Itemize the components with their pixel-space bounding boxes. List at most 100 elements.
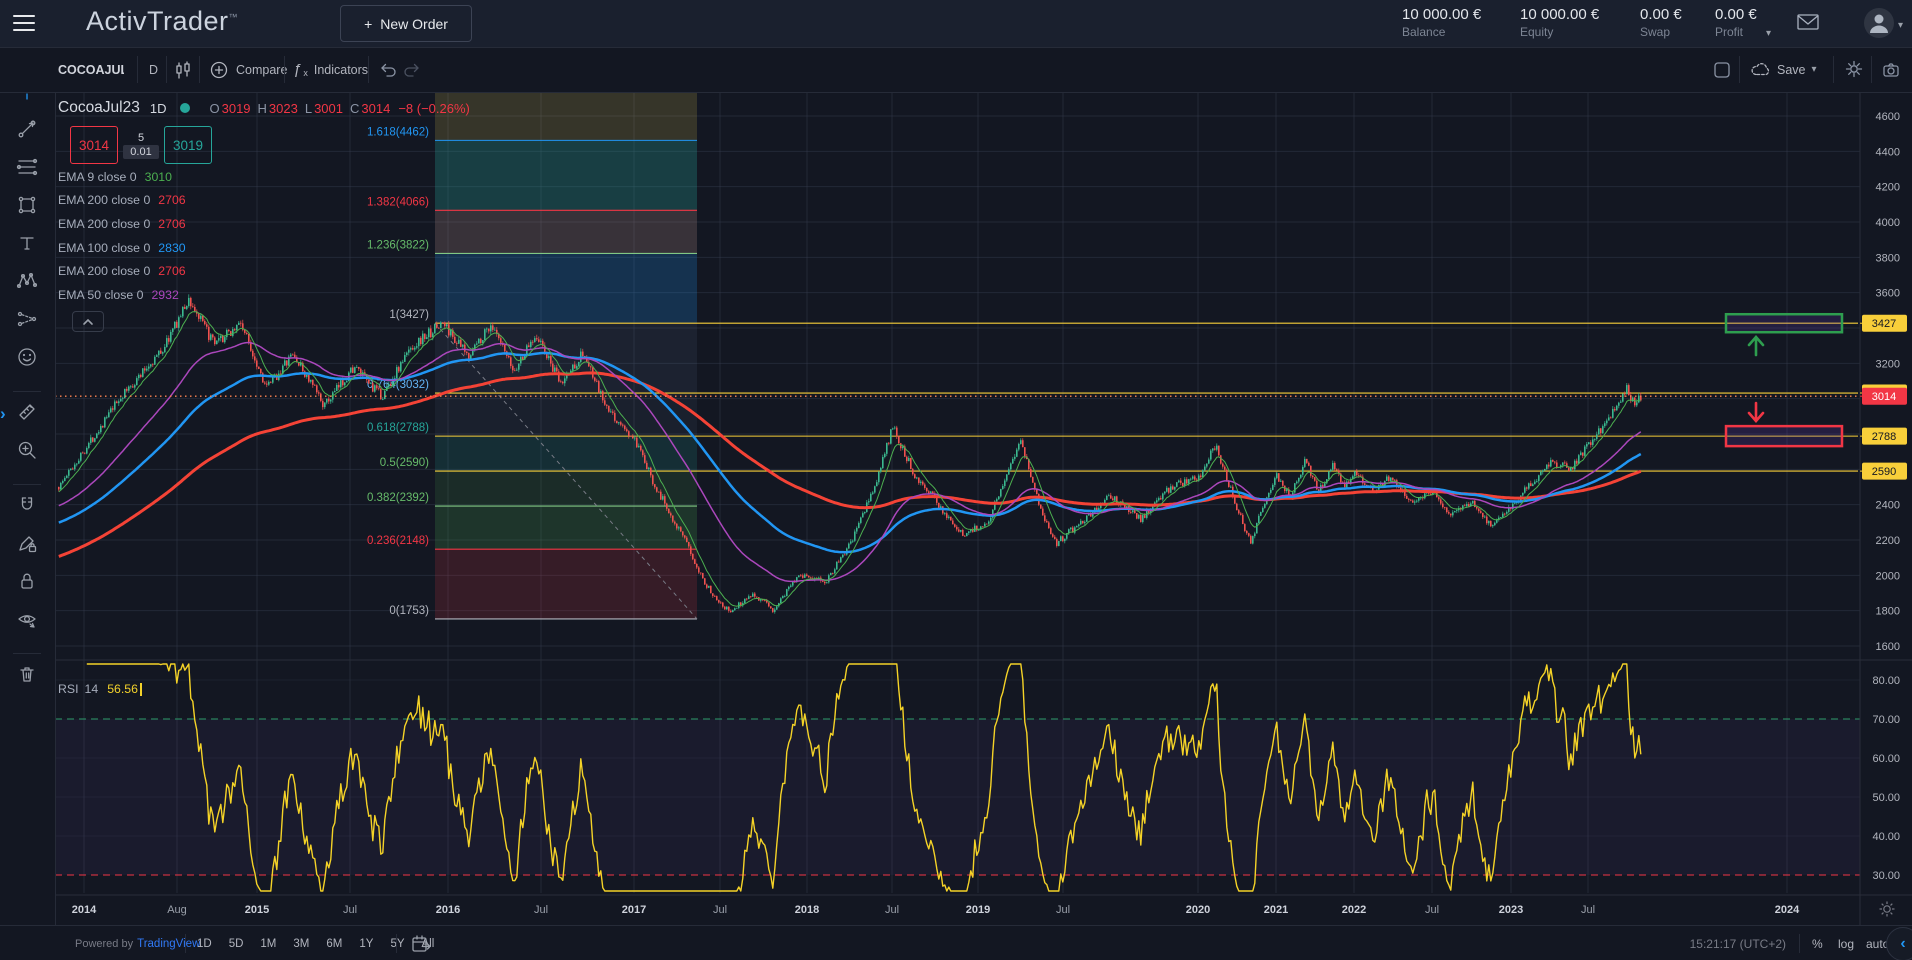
indicators-button[interactable]: ƒx Indicators: [293, 47, 368, 92]
compare-button[interactable]: Compare: [208, 47, 287, 92]
svg-text:4000: 4000: [1876, 217, 1900, 229]
log-scale-button[interactable]: log: [1838, 926, 1854, 960]
profit-dropdown-icon[interactable]: ▾: [1766, 28, 1771, 39]
timeframe-button[interactable]: D: [149, 47, 158, 92]
tool-trash-icon[interactable]: [16, 663, 40, 687]
tool-text-tool-icon[interactable]: [16, 232, 40, 256]
range-6m-button[interactable]: 6M: [326, 938, 342, 950]
buy-button[interactable]: 3019: [164, 126, 212, 164]
price-chart[interactable]: 1.618(4462)1.382(4066)1.236(3822)1(3427)…: [0, 0, 1912, 960]
tool-xabcd-pattern-icon[interactable]: [16, 270, 40, 294]
lot-size[interactable]: 0.01: [123, 145, 158, 159]
svg-text:Jul: Jul: [1581, 904, 1595, 916]
ema-legend-row[interactable]: EMA 200 close 02706: [58, 259, 186, 283]
cloud-icon: [1749, 59, 1771, 81]
go-to-date-icon[interactable]: [410, 933, 432, 955]
top-bar: ActivTrader™ + New Order 10 000.00 €Bala…: [0, 0, 1912, 48]
spread-value: 5: [138, 132, 144, 144]
range-5d-button[interactable]: 5D: [229, 938, 244, 950]
legend-symbol[interactable]: CocoaJul23: [58, 99, 140, 117]
compare-icon: [208, 59, 230, 81]
svg-text:2023: 2023: [1499, 904, 1523, 916]
svg-text:3600: 3600: [1876, 288, 1900, 300]
ema-legend-row[interactable]: EMA 200 close 02706: [58, 212, 186, 236]
new-order-button[interactable]: + New Order: [340, 5, 472, 42]
svg-text:4400: 4400: [1876, 146, 1900, 158]
ema-legend-row[interactable]: EMA 100 close 02830: [58, 236, 186, 260]
chart-style-icon[interactable]: [172, 59, 194, 81]
svg-text:2000: 2000: [1876, 570, 1900, 582]
avatar[interactable]: [1864, 8, 1894, 38]
svg-text:80.00: 80.00: [1872, 675, 1900, 687]
range-5y-button[interactable]: 5Y: [390, 938, 404, 950]
svg-text:0.236(2148): 0.236(2148): [367, 535, 429, 547]
tool-shapes-icon[interactable]: [16, 194, 40, 218]
ema-legend-row[interactable]: EMA 200 close 02706: [58, 189, 186, 213]
rsi-legend[interactable]: RSI 14 56.56: [58, 682, 142, 696]
chevron-up-icon: [81, 317, 95, 327]
plus-icon: +: [364, 16, 372, 32]
svg-text:0.5(2590): 0.5(2590): [380, 457, 429, 469]
tool-forecast-icon[interactable]: [16, 308, 40, 332]
range-3m-button[interactable]: 3M: [293, 938, 309, 950]
tool-lock-all-icon[interactable]: [16, 570, 40, 594]
range-1d-button[interactable]: 1D: [197, 938, 212, 950]
tool-hide-all-icon[interactable]: [16, 608, 40, 632]
tool-magnet-icon[interactable]: [16, 494, 40, 518]
svg-text:2020: 2020: [1186, 904, 1210, 916]
collapse-panel-button[interactable]: ‹: [1886, 927, 1912, 960]
svg-text:Jul: Jul: [1425, 904, 1439, 916]
tool-drawing-lock-icon[interactable]: [16, 532, 40, 556]
ema-legend-row[interactable]: EMA 50 close 02932: [58, 283, 186, 307]
market-open-dot: [180, 103, 190, 113]
open-value: 3019: [222, 101, 251, 116]
mail-icon[interactable]: [1797, 13, 1819, 35]
fx-icon: ƒ: [293, 61, 301, 78]
svg-text:Aug: Aug: [167, 904, 187, 916]
svg-text:3427: 3427: [1872, 318, 1896, 330]
tool-emoji-icon[interactable]: [16, 346, 40, 370]
legend-collapse-button[interactable]: [72, 311, 104, 332]
ema-legend-row[interactable]: EMA 9 close 03010: [58, 165, 186, 189]
select-checkbox-icon[interactable]: [1711, 59, 1733, 81]
tool-trend-line-icon[interactable]: [16, 118, 40, 142]
svg-text:2400: 2400: [1876, 500, 1900, 512]
screenshot-camera-icon[interactable]: [1880, 59, 1902, 81]
account-stat-swap: 0.00 €Swap: [1640, 6, 1682, 39]
range-buttons: 1D5D1M3M6M1Y5YAll: [197, 926, 434, 960]
save-button[interactable]: Save ▾: [1749, 47, 1817, 92]
svg-text:1600: 1600: [1876, 641, 1900, 653]
account-dropdown-icon[interactable]: ▾: [1898, 20, 1903, 31]
svg-text:0(1753): 0(1753): [389, 605, 429, 617]
save-dropdown-icon: ▾: [1812, 64, 1817, 75]
change-value: −8 (−0.26%): [398, 101, 470, 116]
candle-series: [58, 294, 1642, 613]
menu-icon[interactable]: [13, 15, 35, 31]
short-entry-box: [1726, 426, 1842, 446]
redo-icon[interactable]: [401, 59, 423, 81]
range-1m-button[interactable]: 1M: [260, 938, 276, 950]
svg-text:2024: 2024: [1775, 904, 1800, 916]
low-value: 3001: [314, 101, 343, 116]
tool-fib-retracement-icon[interactable]: [16, 156, 40, 180]
account-stat-equity: 10 000.00 €Equity: [1520, 6, 1599, 39]
percent-scale-button[interactable]: %: [1812, 926, 1823, 960]
sell-button[interactable]: 3014: [70, 126, 118, 164]
tool-ruler-icon[interactable]: [16, 401, 40, 425]
svg-text:50.00: 50.00: [1872, 792, 1900, 804]
tradingview-link[interactable]: TradingView: [137, 938, 200, 950]
tool-zoom-in-icon[interactable]: [16, 439, 40, 463]
range-1y-button[interactable]: 1Y: [359, 938, 373, 950]
svg-text:1.236(3822): 1.236(3822): [367, 239, 429, 251]
svg-text:70.00: 70.00: [1872, 714, 1900, 726]
clock[interactable]: 15:21:17 (UTC+2): [1690, 926, 1786, 960]
app-logo: ActivTrader™: [86, 6, 238, 37]
watchlist-expander-icon[interactable]: ›: [0, 404, 6, 424]
symbol-button[interactable]: COCOAJUL23: [58, 47, 124, 92]
svg-text:3800: 3800: [1876, 252, 1900, 264]
sell-arrow-icon: [1749, 403, 1763, 421]
settings-gear-icon[interactable]: [1843, 58, 1865, 80]
ema-lines: [59, 312, 1641, 607]
brightness-sun-icon: [1880, 902, 1895, 917]
undo-icon[interactable]: [377, 59, 399, 81]
